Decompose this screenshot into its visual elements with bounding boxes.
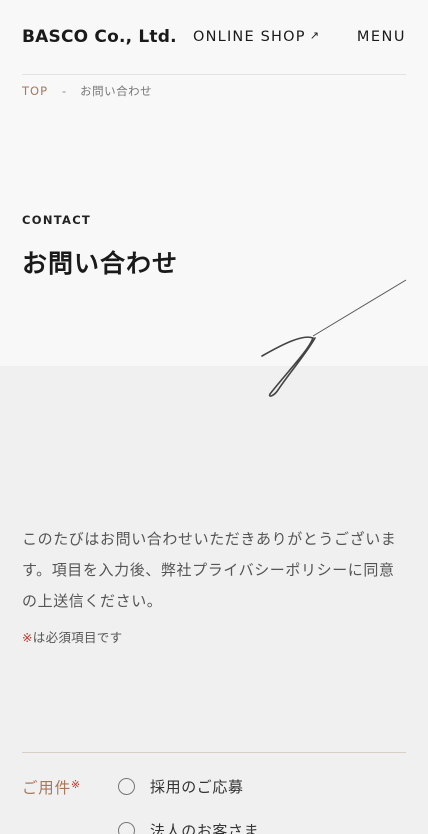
online-shop-label: ONLINE SHOP	[193, 29, 306, 45]
radio-label: 法人のお客さま	[150, 822, 260, 834]
breadcrumb-top-link[interactable]: TOP	[22, 84, 48, 98]
radio-option-recruit[interactable]: 採用のご応募	[118, 776, 244, 797]
required-mark: ※	[22, 630, 33, 645]
inquiry-type-label-text: ご用件	[22, 779, 71, 797]
inquiry-type-label: ご用件※	[22, 776, 81, 798]
radio-option-corporate[interactable]: 法人のお客さま	[118, 820, 259, 834]
intro-text: このたびはお問い合わせいただきありがとうございます。項目を入力後、弊社プライバシ…	[22, 530, 397, 610]
online-shop-link[interactable]: ONLINE SHOP ↗	[193, 28, 321, 46]
site-header: BASCO Co., Ltd. ONLINE SHOP ↗ MENU	[0, 0, 428, 74]
form-divider	[22, 752, 406, 753]
signature-illustration	[261, 279, 407, 397]
required-note-text: は必須項目です	[32, 630, 123, 645]
breadcrumb-separator: -	[62, 84, 67, 98]
radio-label: 採用のご応募	[150, 778, 244, 796]
required-mark: ※	[70, 778, 81, 791]
section-eyebrow: CONTACT	[22, 213, 92, 227]
page-title: お問い合わせ	[22, 249, 179, 278]
breadcrumb-current: お問い合わせ	[80, 84, 153, 98]
external-arrow-icon: ↗	[309, 28, 321, 42]
radio-button[interactable]	[118, 822, 135, 834]
site-logo[interactable]: BASCO Co., Ltd.	[22, 27, 177, 47]
radio-button[interactable]	[118, 778, 135, 795]
required-note: ※は必須項目です	[22, 627, 122, 646]
breadcrumb: TOP - お問い合わせ	[22, 83, 152, 99]
header-divider	[22, 74, 406, 75]
menu-button[interactable]: MENU	[357, 29, 406, 45]
